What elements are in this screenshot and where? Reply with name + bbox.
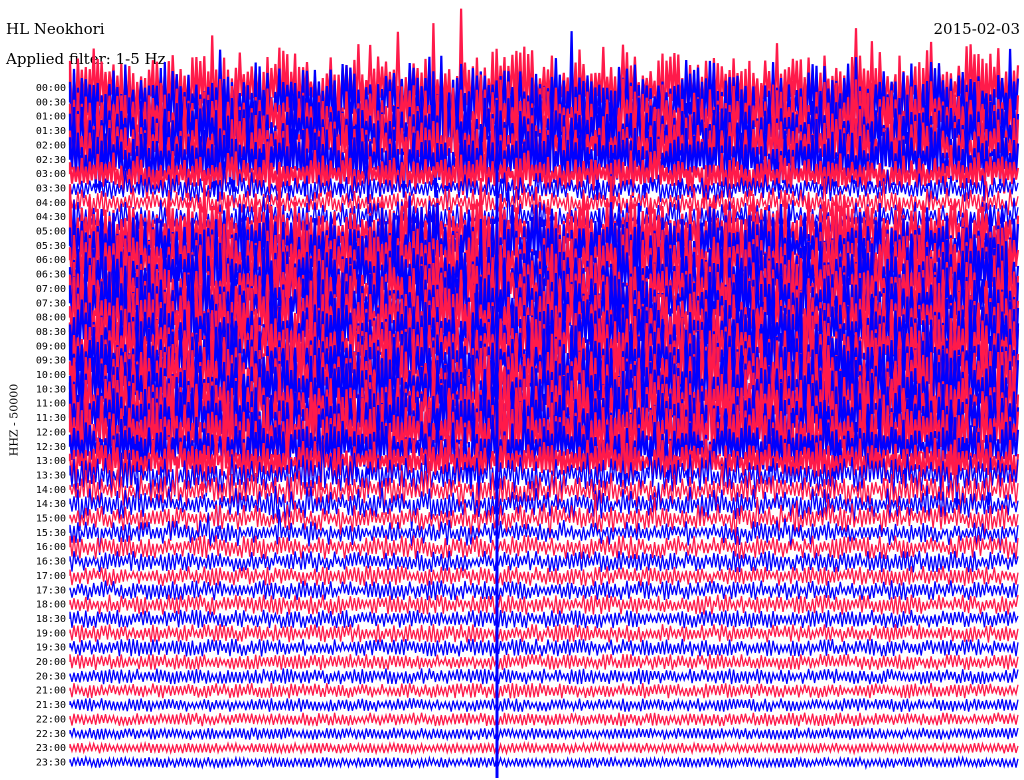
time-tick-label: 14:00 [36,485,66,496]
trace-line [69,697,1019,713]
time-tick-label: 23:30 [36,757,66,768]
seismogram-plot: 00:00 00:30 01:00 01:30 02:00 02:30 03:00 03:30… [36,8,1020,778]
time-tick-label: 13:00 [36,456,66,467]
time-tick-label: 07:30 [36,298,66,309]
time-tick-label: 12:00 [36,427,66,438]
time-tick-label: 22:30 [36,729,66,740]
time-tick-label: 17:30 [36,585,66,596]
time-tick-label: 06:30 [36,270,66,281]
time-tick-label: 09:00 [36,341,66,352]
time-tick-label: 00:00 [36,83,66,94]
trace-line [69,682,1019,699]
time-tick-label: 11:30 [36,413,66,424]
time-tick-label: 13:30 [36,470,66,481]
time-tick-label: 18:00 [36,600,66,611]
time-tick-label: 15:30 [36,528,66,539]
time-tick-label: 01:00 [36,112,66,123]
trace-line [69,712,1019,727]
time-tick-label: 06:00 [36,255,66,266]
time-tick-label: 11:00 [36,399,66,410]
time-tick-label: 02:00 [36,140,66,151]
time-tick-label: 18:30 [36,614,66,625]
time-tick-label: 04:00 [36,198,66,209]
time-tick-label: 00:30 [36,97,66,108]
trace-line [69,638,1019,657]
time-tick-label: 08:00 [36,313,66,324]
time-tick-label: 20:30 [36,671,66,682]
time-tick-label: 04:30 [36,212,66,223]
time-tick-label: 07:00 [36,284,66,295]
time-tick-label: 05:00 [36,227,66,238]
trace-line [69,594,1019,615]
time-tick-label: 16:00 [36,542,66,553]
time-tick-label: 08:30 [36,327,66,338]
trace-line [69,668,1019,685]
time-tick-label: 05:30 [36,241,66,252]
time-tick-label: 21:30 [36,700,66,711]
time-tick-label: 09:30 [36,356,66,367]
time-tick-label: 16:30 [36,557,66,568]
time-tick-label: 19:30 [36,643,66,654]
trace-line [69,754,1019,771]
trace-line [69,565,1019,587]
time-tick-label: 10:30 [36,384,66,395]
time-tick-label: 12:30 [36,442,66,453]
time-tick-label: 02:30 [36,155,66,166]
time-tick-label: 23:00 [36,743,66,754]
time-tick-label: 22:00 [36,714,66,725]
time-tick-label: 03:30 [36,183,66,194]
time-tick-label: 01:30 [36,126,66,137]
time-tick-label: 10:00 [36,370,66,381]
time-tick-label: 19:00 [36,628,66,639]
time-tick-label: 21:00 [36,686,66,697]
time-tick-label: 20:00 [36,657,66,668]
time-tick-label: 15:00 [36,514,66,525]
time-tick-label: 17:00 [36,571,66,582]
trace-line [69,726,1019,742]
trace-line [69,740,1019,756]
trace-line [69,653,1019,671]
time-tick-label: 14:30 [36,499,66,510]
time-tick-label: 03:00 [36,169,66,180]
